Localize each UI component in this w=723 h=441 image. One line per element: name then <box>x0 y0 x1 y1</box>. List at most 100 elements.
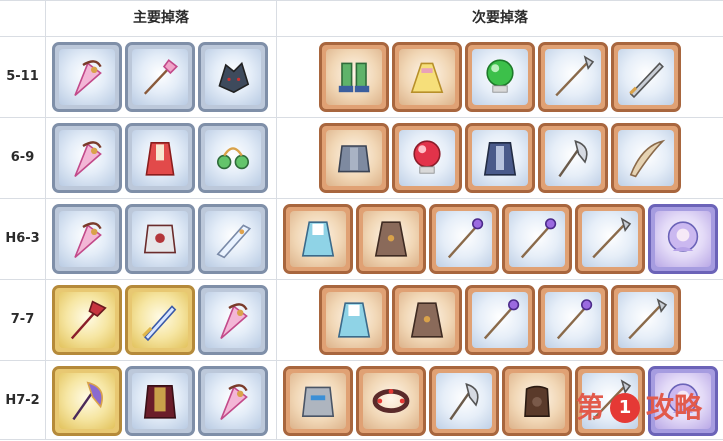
brown-robe-icon <box>410 302 444 338</box>
secondary-drop-item[interactable] <box>319 123 389 193</box>
secondary-drop-item-frame <box>436 373 492 429</box>
main-drop-item[interactable] <box>52 366 122 436</box>
stage-label: 5-11 <box>6 69 39 84</box>
main-drop-item[interactable] <box>198 42 268 112</box>
secondary-drop-item[interactable] <box>356 204 426 274</box>
main-drop-item-frame <box>132 211 188 267</box>
main-drop-item[interactable] <box>125 366 195 436</box>
pink-crystal-pendant-icon <box>220 303 248 340</box>
yellow-dress-icon <box>410 62 444 93</box>
crimson-royal-armor-icon <box>143 385 177 419</box>
secondary-drop-item[interactable] <box>429 366 499 436</box>
secondary-drop-item[interactable] <box>429 204 499 274</box>
secondary-drop-item[interactable] <box>465 285 535 355</box>
secondary-drop-item[interactable] <box>611 42 681 112</box>
silver-spear-icon <box>628 298 668 340</box>
red-robe-icon <box>145 142 175 176</box>
secondary-drop-item[interactable] <box>319 285 389 355</box>
stage-label: 6-9 <box>10 150 35 165</box>
blue-cape-robe-icon <box>337 302 371 338</box>
pink-crystal-wand-icon <box>143 59 178 95</box>
secondary-drop-item[interactable] <box>611 123 681 193</box>
main-drop-item-frame <box>205 49 261 105</box>
secondary-drop-item-frame <box>399 292 455 348</box>
pink-crystal-pendant-icon <box>74 60 102 97</box>
main-drop-item[interactable] <box>198 204 268 274</box>
secondary-drop-item[interactable] <box>502 204 572 274</box>
secondary-drop-item[interactable] <box>356 366 426 436</box>
secondary-drop-item[interactable] <box>648 204 718 274</box>
secondary-drop-item[interactable] <box>283 204 353 274</box>
secondary-drop-item-frame <box>326 49 382 105</box>
main-drop-item[interactable] <box>198 366 268 436</box>
secondary-drop-item[interactable] <box>465 123 535 193</box>
secondary-drop-item-frame <box>618 292 674 348</box>
secondary-drop-item-frame <box>582 211 638 267</box>
blue-cape-robe-icon <box>301 221 335 257</box>
main-drop-item-frame <box>205 130 261 186</box>
watermark-left-text: 第 <box>576 391 605 424</box>
main-drop-item-frame <box>132 49 188 105</box>
secondary-drop-header: 次要掉落 <box>472 10 528 26</box>
row-divider <box>0 360 723 361</box>
secondary-drop-item-frame <box>545 49 601 105</box>
secondary-drop-item-frame <box>545 130 601 186</box>
secondary-drop-item[interactable] <box>538 123 608 193</box>
silver-spear-icon <box>592 217 632 259</box>
stage-label: H6-3 <box>5 231 40 246</box>
main-drop-item-frame <box>205 292 261 348</box>
main-drop-item-frame <box>205 211 261 267</box>
main-drop-item[interactable] <box>198 285 268 355</box>
main-drop-item-frame <box>59 211 115 267</box>
secondary-drop-item[interactable] <box>465 42 535 112</box>
main-drop-item-frame <box>59 130 115 186</box>
secondary-drop-item-frame <box>509 373 565 429</box>
secondary-drop-item-frame <box>363 211 419 267</box>
main-drop-item[interactable] <box>52 123 122 193</box>
secondary-drop-item-frame <box>363 373 419 429</box>
secondary-drop-item-frame <box>472 49 528 105</box>
dark-wolf-helm-icon <box>218 61 250 94</box>
main-drop-item[interactable] <box>125 204 195 274</box>
main-drop-item-frame <box>132 292 188 348</box>
main-drop-item[interactable] <box>52 42 122 112</box>
column-divider <box>276 0 277 440</box>
main-drop-item[interactable] <box>125 42 195 112</box>
secondary-drop-item[interactable] <box>392 285 462 355</box>
secondary-drop-item[interactable] <box>611 285 681 355</box>
secondary-drop-item[interactable] <box>502 366 572 436</box>
main-drop-item[interactable] <box>125 285 195 355</box>
row-divider <box>0 279 723 280</box>
secondary-drop-item[interactable] <box>538 285 608 355</box>
leather-glove-icon <box>524 385 550 417</box>
purple-gold-axe-icon <box>72 381 103 421</box>
drop-table: 主要掉落 次要掉落 5-11 6-9 H6-3 7-7 H7-2 <box>0 0 723 440</box>
secondary-drop-item[interactable] <box>392 42 462 112</box>
plate-armor-icon <box>143 224 177 254</box>
row-divider <box>0 117 723 118</box>
secondary-drop-item[interactable] <box>283 366 353 436</box>
main-drop-item-frame <box>59 49 115 105</box>
main-drop-item-frame <box>59 373 115 429</box>
watermark-right-text: 攻略 <box>646 391 703 424</box>
crimson-scepter-icon <box>70 300 107 340</box>
silver-sword-icon <box>629 62 664 99</box>
steel-armor-icon <box>337 145 371 173</box>
crystal-blade-icon <box>216 224 252 259</box>
secondary-drop-item[interactable] <box>392 123 462 193</box>
secondary-drop-item[interactable] <box>319 42 389 112</box>
main-drop-item[interactable] <box>52 285 122 355</box>
watermark-badge: 1 <box>610 393 640 423</box>
secondary-drop-item-frame <box>618 130 674 186</box>
row-divider <box>0 0 723 1</box>
secondary-drop-item-frame <box>655 211 711 267</box>
green-orb-icon <box>486 59 514 93</box>
secondary-drop-item[interactable] <box>538 42 608 112</box>
main-drop-item[interactable] <box>52 204 122 274</box>
purple-magic-staff-icon <box>520 218 557 259</box>
main-drop-item[interactable] <box>125 123 195 193</box>
secondary-drop-item[interactable] <box>575 204 645 274</box>
curved-blade-icon <box>629 139 666 178</box>
secondary-drop-item-frame <box>290 373 346 429</box>
main-drop-item[interactable] <box>198 123 268 193</box>
